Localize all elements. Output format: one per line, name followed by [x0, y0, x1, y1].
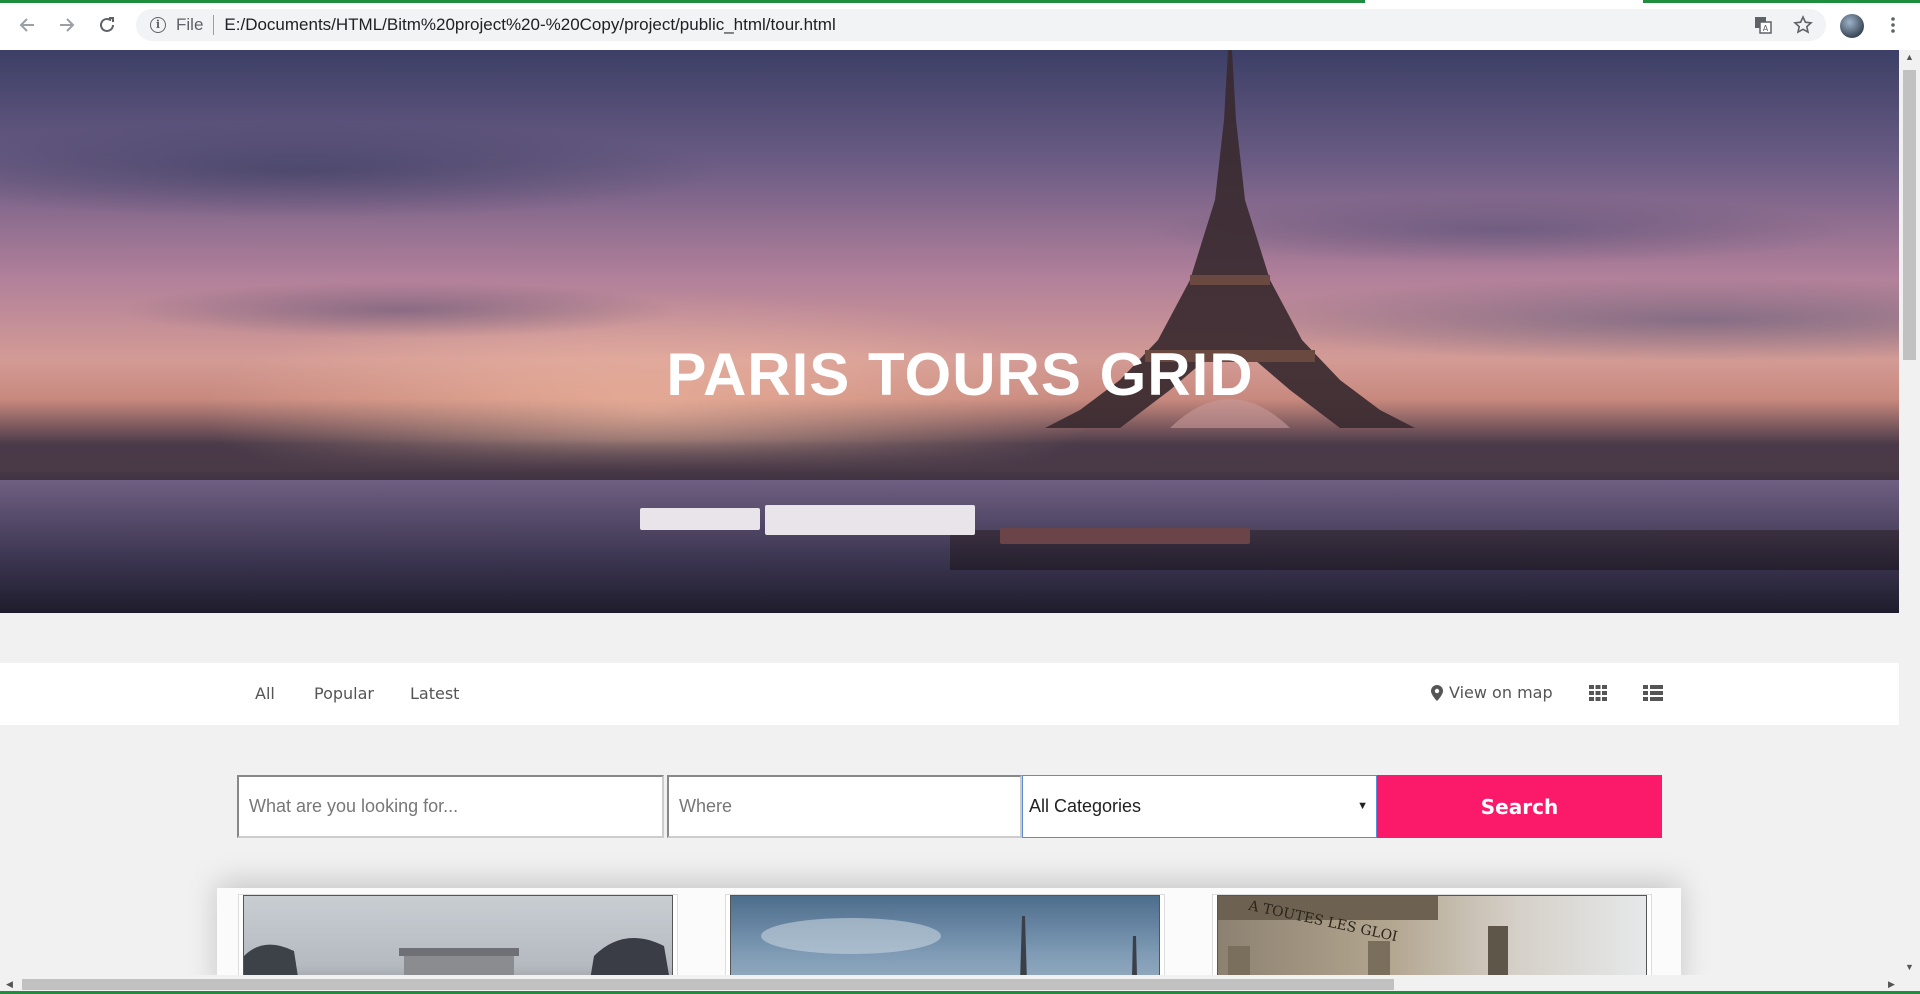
category-select[interactable]: All Categories ▼: [1022, 775, 1377, 838]
view-on-map-link[interactable]: View on map: [1431, 683, 1553, 702]
address-separator: [213, 15, 215, 35]
hero-boat: [765, 505, 975, 535]
star-icon[interactable]: [1790, 12, 1816, 38]
page-load-progress: [0, 0, 1365, 3]
hero-boat: [1000, 528, 1250, 544]
url-text[interactable]: E:/Documents/HTML/Bitm%20project%20-%20C…: [224, 15, 835, 35]
tab-all[interactable]: All: [255, 684, 275, 703]
grid-view-icon[interactable]: [1587, 683, 1609, 703]
forward-icon[interactable]: [54, 12, 80, 38]
category-select-value: All Categories: [1029, 796, 1142, 816]
translate-icon[interactable]: A: [1750, 12, 1776, 38]
back-icon[interactable]: [14, 12, 40, 38]
scroll-up-arrow-icon[interactable]: ▲: [1905, 52, 1914, 62]
keyword-search-input[interactable]: [237, 775, 664, 838]
hero-banner: PARIS TOURS GRID: [0, 50, 1899, 613]
filter-bar: All Popular Latest View on map: [0, 663, 1899, 725]
location-input[interactable]: [667, 775, 1022, 838]
page-title: PARIS TOURS GRID: [666, 341, 1254, 408]
tab-popular[interactable]: Popular: [314, 684, 374, 703]
horizontal-scroll-thumb[interactable]: [22, 979, 1394, 990]
vertical-scroll-thumb[interactable]: [1903, 70, 1916, 360]
menu-icon[interactable]: [1880, 12, 1906, 38]
eiffel-tower-image: [1045, 50, 1415, 428]
vertical-scrollbar[interactable]: ▲ ▼: [1899, 50, 1920, 975]
view-on-map-label: View on map: [1449, 683, 1553, 702]
info-icon[interactable]: i: [150, 17, 166, 33]
address-bar[interactable]: i File E:/Documents/HTML/Bitm%20project%…: [136, 9, 1826, 41]
browser-toolbar: i File E:/Documents/HTML/Bitm%20project%…: [0, 0, 1920, 50]
search-form: All Categories ▼ Search: [237, 775, 1662, 838]
protocol-label: File: [176, 15, 204, 34]
scroll-right-arrow-icon[interactable]: ▶: [1888, 979, 1895, 990]
svg-text:A: A: [1763, 24, 1769, 33]
search-button[interactable]: Search: [1377, 775, 1662, 838]
dropdown-arrow-icon: ▼: [1357, 800, 1368, 812]
list-view-icon[interactable]: [1642, 683, 1664, 703]
scroll-down-arrow-icon[interactable]: ▼: [1905, 962, 1914, 972]
map-pin-icon: [1431, 684, 1443, 701]
page-load-progress-tail: [1643, 0, 1920, 3]
profile-avatar[interactable]: [1840, 14, 1864, 38]
hero-boat: [640, 508, 760, 530]
tab-latest[interactable]: Latest: [410, 684, 459, 703]
reload-icon[interactable]: [94, 12, 120, 38]
scroll-left-arrow-icon[interactable]: ◀: [6, 979, 13, 990]
